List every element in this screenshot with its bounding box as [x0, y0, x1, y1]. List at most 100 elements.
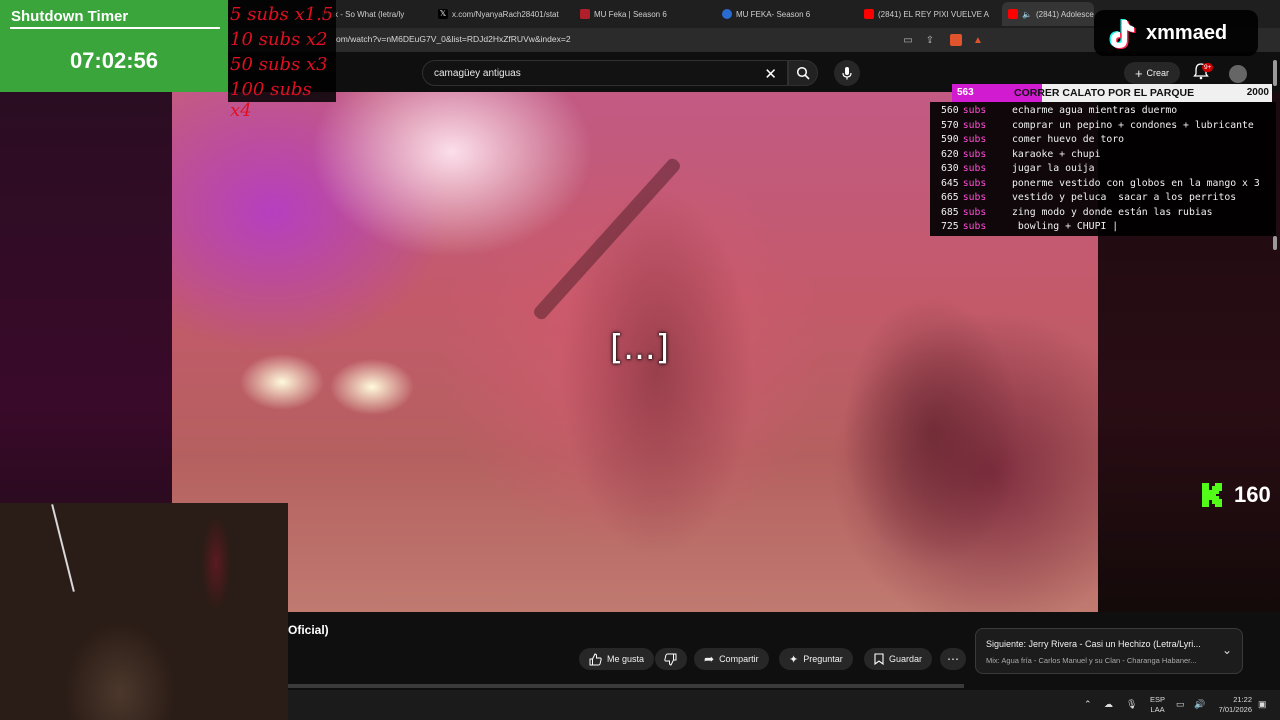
microphone-icon	[842, 67, 852, 80]
sub-goal-count: 665	[941, 192, 959, 203]
cloud-icon[interactable]: ☁	[1104, 699, 1113, 710]
youtube-favicon-icon	[1008, 9, 1018, 19]
sub-goal-row: 725 subs bowling + CHUPI |	[941, 221, 1118, 232]
sparkle-icon: ✦	[789, 653, 799, 666]
sub-goal-row: 645 subs ponerme vestido con globos en la …	[941, 177, 1260, 189]
brave-shield-icon[interactable]	[950, 34, 962, 46]
clear-search-icon[interactable]: ✕	[764, 65, 777, 83]
sub-goal-unit: subs	[962, 177, 987, 189]
volume-icon[interactable]: 🔊	[1194, 699, 1205, 710]
search-button[interactable]	[788, 60, 818, 86]
like-button[interactable]: Me gusta	[579, 648, 655, 670]
scrollbar-thumb[interactable]	[1273, 236, 1277, 250]
chevron-down-icon[interactable]: ⌄	[1222, 643, 1232, 657]
lang-layout: LAA	[1150, 705, 1165, 714]
ask-button[interactable]: ✦ Preguntar	[779, 648, 853, 670]
more-actions-button[interactable]: ⋯	[940, 648, 966, 670]
sub-goal-unit: subs	[962, 134, 987, 145]
clock-time: 21:22	[1233, 695, 1252, 704]
kick-counter: 160	[1200, 482, 1271, 508]
mu-favicon-icon	[722, 9, 732, 19]
sub-goal-row: 590 subs comer huevo de toro	[941, 134, 1124, 145]
thumbs-down-icon	[664, 653, 677, 666]
tab-adolescen-active[interactable]: 🔈 (2841) Adolescen	[1002, 2, 1094, 26]
search-input[interactable]: camagüey antiguas ✕	[422, 60, 788, 86]
sub-goal-count: 685	[941, 206, 959, 218]
dislike-button[interactable]	[655, 648, 687, 670]
plus-icon: +	[1134, 65, 1143, 81]
brave-rewards-icon[interactable]: ▲	[972, 34, 984, 46]
tab-mu-feka-1[interactable]: MU Feka | Season 6	[580, 4, 700, 24]
sub-goal-row: 630 subs jugar la ouija	[941, 163, 1095, 174]
right-scrollbar[interactable]	[1272, 60, 1278, 250]
tiktok-logo-icon	[1109, 19, 1136, 49]
goal-bar: 563 CORRER CALATO POR EL PARQUE 2000	[952, 84, 1272, 102]
up-next-mix: Mix: Agua fría - Carlos Manuel y su Clan…	[986, 656, 1197, 665]
mu-favicon-icon	[580, 9, 590, 19]
tiktok-overlay: xmmaed	[1094, 10, 1258, 56]
share-button[interactable]: ➦ Compartir	[694, 648, 769, 670]
shutdown-timer-overlay: Shutdown Timer 07:02:56	[0, 0, 228, 92]
sub-goal-text: comer huevo de toro	[1012, 134, 1125, 145]
kick-logo-icon	[1202, 483, 1222, 507]
sub-goal-count: 560	[941, 105, 959, 116]
sub-goal-count: 570	[941, 119, 959, 131]
tab-mu-feka-2[interactable]: MU FEKA- Season 6	[722, 4, 842, 24]
video-figure-musician	[812, 252, 1052, 612]
network-icon[interactable]: ▭	[1176, 699, 1185, 710]
microphone-tray-icon[interactable]: 🎙	[1126, 699, 1137, 710]
sub-goal-count: 725	[941, 221, 959, 232]
multiplier-line: 50 subs x3	[230, 54, 328, 75]
like-label: Me gusta	[607, 654, 645, 664]
sub-goal-row: 665 subs vestido y peluca sacar a los perr…	[941, 192, 1236, 203]
clock[interactable]: 21:22 7/01/2026	[1212, 695, 1252, 715]
tab-pink-so-what[interactable]: P!nk - So What (letra/ly	[322, 4, 430, 24]
sub-goal-unit: subs	[962, 119, 987, 131]
share-icon[interactable]: ⇪	[924, 34, 936, 46]
sub-goal-text: jugar la ouija	[1012, 163, 1095, 174]
tab-rey-pixi[interactable]: (2841) EL REY PIXI VUELVE A L	[864, 4, 990, 24]
scrollbar-thumb[interactable]	[1273, 60, 1277, 86]
page-scroll-bar[interactable]	[288, 684, 964, 688]
video-figure-guitarist	[532, 132, 782, 612]
url-field[interactable]: om/watch?v=nM6DEuG7V_0&list=RDJd2HxZfRUV…	[336, 34, 571, 44]
create-button[interactable]: + Crear	[1124, 62, 1180, 84]
sub-goal-text: echarme agua mientras duermo	[1012, 105, 1178, 116]
timer-value: 07:02:56	[69, 48, 159, 73]
save-label: Guardar	[889, 654, 923, 664]
webcam-decoration	[196, 503, 236, 623]
save-button[interactable]: Guardar	[864, 648, 933, 670]
thumbs-up-icon	[589, 652, 602, 665]
cast-icon[interactable]: ▭	[902, 34, 914, 46]
avatar[interactable]	[1229, 65, 1247, 83]
timer-divider	[10, 27, 220, 29]
notification-count-badge: 9+	[1202, 63, 1214, 72]
voice-search-button[interactable]	[834, 60, 860, 86]
sub-goal-count: 645	[941, 177, 959, 189]
sub-goal-text: zing modo y donde están las rubias	[1012, 206, 1213, 218]
sub-goal-count: 620	[941, 148, 959, 160]
multiplier-line: 100 subs x4	[230, 79, 312, 121]
sub-goal-count: 630	[941, 163, 959, 174]
sub-goal-text: comprar un pepino + condones + lubricant…	[1012, 119, 1254, 131]
sub-goal-unit: subs	[962, 206, 987, 218]
goal-target: 2000	[1246, 87, 1269, 98]
lang-code: ESP	[1150, 695, 1166, 704]
tab-label: MU Feka | Season 6	[594, 9, 667, 19]
notification-center-icon[interactable]: ▣	[1258, 699, 1267, 710]
tiktok-username: xmmaed	[1146, 22, 1228, 44]
up-next-title: Siguiente: Jerry Rivera - Casi un Hechiz…	[986, 639, 1201, 649]
language-indicator[interactable]: ESP LAA	[1150, 695, 1165, 715]
sub-goal-row: 685 subs zing modo y donde están las rubia…	[941, 206, 1213, 218]
webcam-cable	[51, 504, 75, 592]
multiplier-line: 10 subs x2	[230, 29, 328, 50]
bookmark-icon	[874, 653, 884, 665]
tray-chevron-icon[interactable]: ⌃	[1084, 699, 1092, 710]
sub-goal-text: karaoke + chupi	[1012, 148, 1101, 160]
tab-label: (2841) EL REY PIXI VUELVE A L	[878, 9, 990, 19]
sub-goal-row: 560 subs echarme agua mientras duermo	[941, 105, 1177, 116]
multiplier-line: 5 subs x1.5	[230, 4, 334, 25]
tab-x-com[interactable]: 𝕏 x.com/NyanyaRach28401/stat	[438, 4, 566, 24]
goal-current: 563	[957, 87, 974, 98]
up-next-card[interactable]: Siguiente: Jerry Rivera - Casi un Hechiz…	[975, 628, 1243, 674]
